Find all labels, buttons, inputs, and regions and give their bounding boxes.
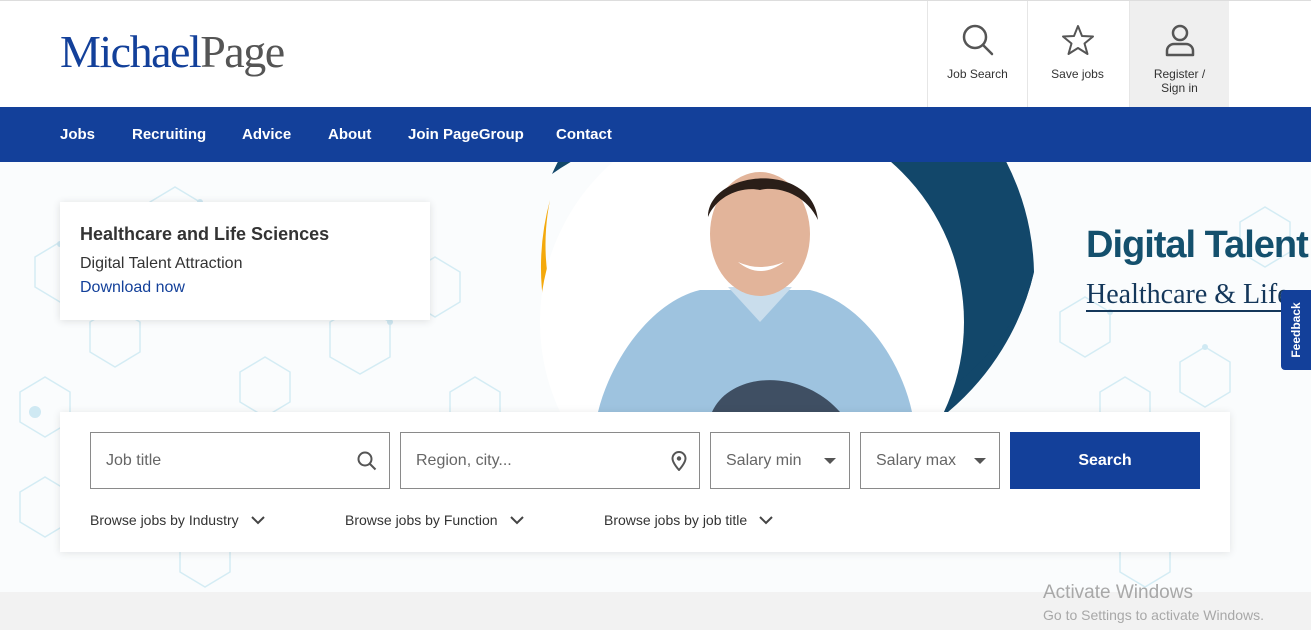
- browse-job-title-label: Browse jobs by job title: [604, 512, 748, 528]
- star-icon: [1061, 25, 1094, 55]
- save-jobs-button[interactable]: Save jobs: [1027, 1, 1127, 107]
- browse-industry-label: Browse jobs by Industry: [90, 512, 239, 528]
- banner-subtitle: Healthcare & Life: [1086, 279, 1290, 312]
- caret-down-icon: [974, 457, 986, 464]
- user-icon: [1165, 24, 1194, 57]
- nav-item-advice[interactable]: Advice: [242, 107, 291, 162]
- promo-card: Healthcare and Life Sciences Digital Tal…: [60, 202, 430, 320]
- location-input[interactable]: Region, city...: [400, 432, 700, 489]
- caret-down-icon: [824, 457, 836, 464]
- register-label-line2: Sign in: [1161, 81, 1198, 95]
- job-search-label: Job Search: [947, 67, 1008, 81]
- chevron-down-icon: [250, 515, 265, 524]
- nav-item-jobs[interactable]: Jobs: [60, 107, 95, 162]
- activate-windows-title: Activate Windows: [1043, 582, 1193, 603]
- search-icon: [357, 451, 377, 470]
- activate-windows-watermark: Activate Windows Go to Settings to activ…: [1043, 582, 1264, 623]
- browse-by-job-title[interactable]: Browse jobs by job title: [604, 512, 773, 528]
- banner-title: Digital Talent At: [1086, 224, 1311, 266]
- job-search-button[interactable]: Job Search: [927, 1, 1027, 107]
- promo-subtitle: Digital Talent Attraction: [80, 255, 243, 272]
- feedback-label: Feedback: [1289, 302, 1303, 358]
- activate-windows-subtitle: Go to Settings to activate Windows.: [1043, 607, 1264, 623]
- job-title-input[interactable]: Job title: [90, 432, 390, 489]
- salary-max-select[interactable]: Salary max: [860, 432, 1000, 489]
- nav-item-recruiting[interactable]: Recruiting: [132, 107, 206, 162]
- site-header: MichaelPage Job Search Save jobs Registe…: [0, 0, 1311, 107]
- job-search-panel: Job title Region, city... Salary min Sal…: [60, 412, 1230, 552]
- job-title-placeholder: Job title: [106, 451, 162, 469]
- salary-min-select[interactable]: Salary min: [710, 432, 850, 489]
- nav-item-contact[interactable]: Contact: [556, 107, 612, 162]
- salary-max-value: Salary max: [876, 451, 957, 469]
- promo-title: Healthcare and Life Sciences: [80, 224, 330, 244]
- register-sign-in-button[interactable]: Register / Sign in: [1129, 1, 1229, 107]
- download-now-link[interactable]: Download now: [80, 279, 410, 297]
- nav-item-join-pagegroup[interactable]: Join PageGroup: [408, 107, 524, 162]
- register-label-line1: Register /: [1153, 67, 1206, 81]
- chevron-down-icon: [759, 515, 773, 524]
- location-pin-icon: [671, 450, 687, 471]
- chevron-down-icon: [509, 515, 524, 524]
- nav-item-about[interactable]: About: [328, 107, 371, 162]
- search-icon: [962, 24, 993, 56]
- browse-function-label: Browse jobs by Function: [345, 512, 498, 528]
- save-jobs-label: Save jobs: [1051, 67, 1104, 81]
- main-nav: Jobs Recruiting Advice About Join PageGr…: [0, 107, 1311, 162]
- browse-by-industry[interactable]: Browse jobs by Industry: [90, 512, 265, 528]
- search-button[interactable]: Search: [1010, 432, 1200, 489]
- michael-page-logo[interactable]: MichaelPage: [60, 27, 285, 77]
- location-placeholder: Region, city...: [416, 451, 512, 469]
- salary-min-value: Salary min: [726, 451, 802, 469]
- browse-by-function[interactable]: Browse jobs by Function: [345, 512, 524, 528]
- feedback-tab[interactable]: Feedback: [1281, 290, 1311, 370]
